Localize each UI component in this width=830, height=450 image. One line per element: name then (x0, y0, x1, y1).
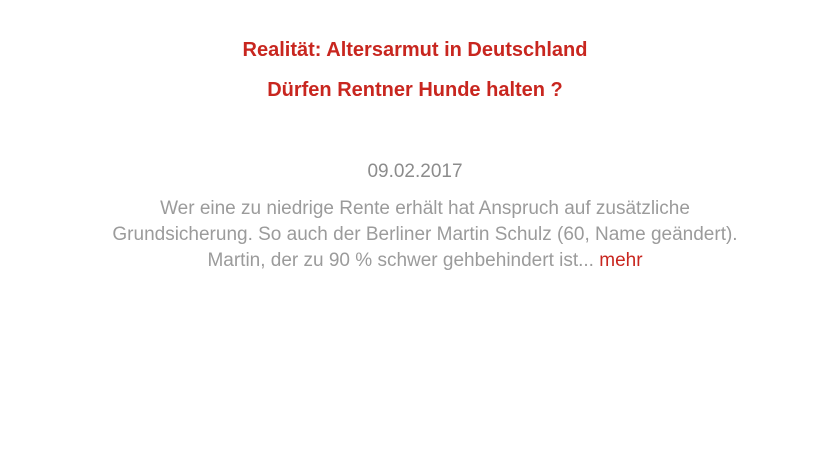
teaser-text: Wer eine zu niedrige Rente erhält hat An… (112, 198, 738, 271)
headline-line-1[interactable]: Realität: Altersarmut in Deutschland (0, 38, 830, 62)
article-teaser: Realität: Altersarmut in Deutschland Dür… (0, 0, 830, 450)
read-more-link[interactable]: mehr (599, 250, 642, 271)
headline-line-2[interactable]: Dürfen Rentner Hunde halten ? (0, 78, 830, 102)
publish-date: 09.02.2017 (367, 161, 463, 182)
teaser-paragraph: Wer eine zu niedrige Rente erhält hat An… (105, 196, 745, 274)
